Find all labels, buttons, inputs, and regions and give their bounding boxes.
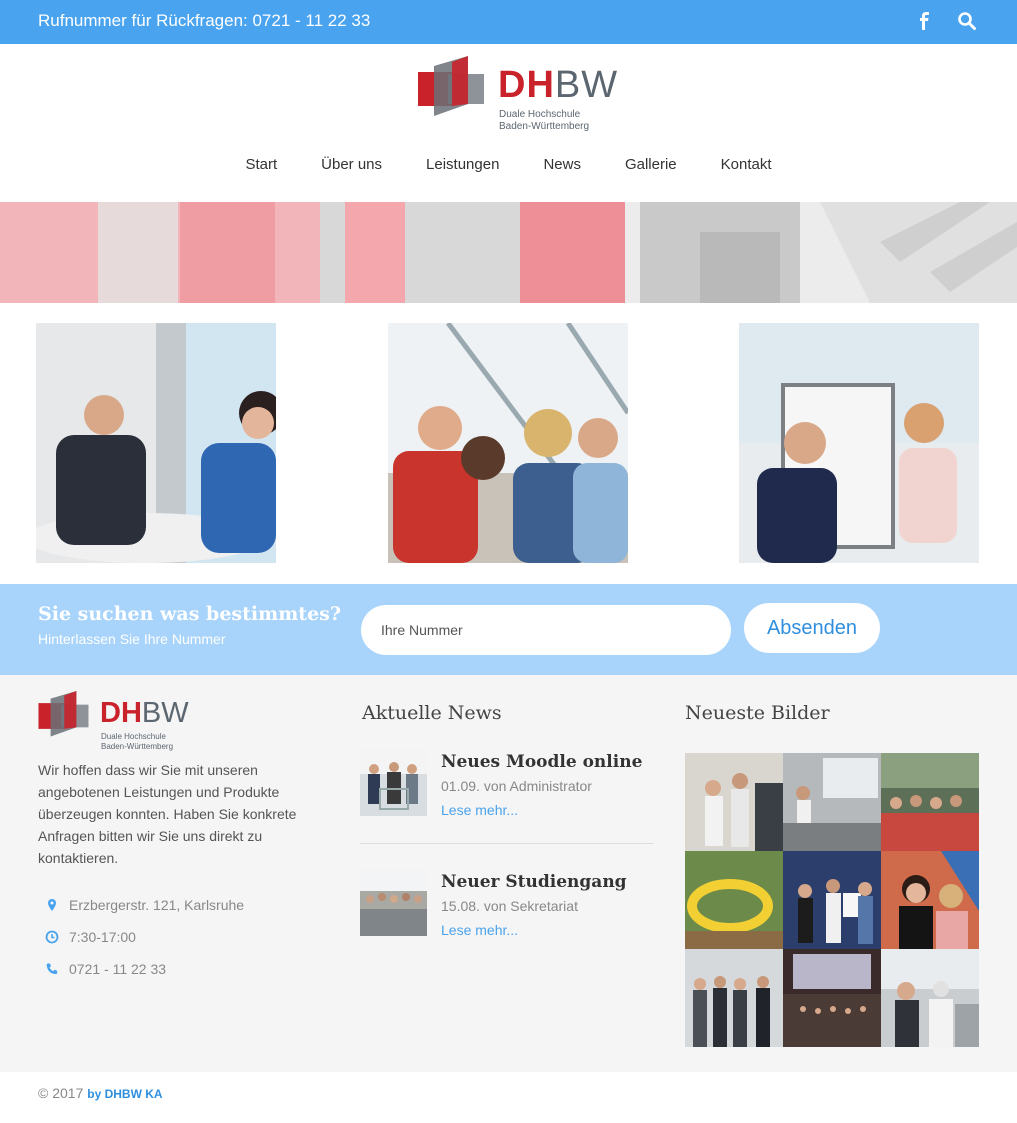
contact-hours: 7:30-17:00 [45, 929, 136, 945]
footer-logo-bw: BW [141, 697, 189, 729]
copyright-text: © 2017 [38, 1085, 84, 1101]
photo-students [388, 323, 628, 563]
nav-item-news[interactable]: News [543, 156, 581, 178]
phone-text: 0721 - 11 22 33 [69, 961, 167, 977]
hero-banner-image [0, 202, 1017, 303]
submit-button[interactable]: Absenden [744, 603, 880, 653]
footer-logo-wordmark: DHBW [100, 699, 189, 728]
news-meta: 01.09. von Administrator [441, 778, 592, 794]
search-icon[interactable] [957, 11, 977, 31]
main-nav: Start Über uns Leistungen News Gallerie … [0, 156, 1017, 178]
about-text: Wir hoffen dass wir Sie mit unseren ange… [38, 762, 297, 866]
footer-logo-subtitle-line2: Baden-Württemberg [101, 742, 174, 751]
nav-item-ueber-uns[interactable]: Über uns [321, 156, 382, 178]
facebook-icon[interactable] [915, 11, 935, 31]
nav-item-leistungen[interactable]: Leistungen [426, 156, 499, 178]
gallery-image[interactable] [685, 949, 783, 1047]
footer-logo[interactable]: DHBW Duale Hochschule Baden-Württemberg [38, 691, 208, 753]
hours-text: 7:30-17:00 [69, 929, 136, 945]
gallery-image[interactable] [783, 851, 881, 949]
nav-item-start[interactable]: Start [245, 156, 277, 178]
news-divider [360, 843, 654, 844]
news-item: Neuer Studiengang 15.08. von Sekretariat… [360, 869, 654, 939]
read-more-link[interactable]: Lese mehr... [441, 922, 518, 938]
hotline-text: Rufnummer für Rückfragen: 0721 - 11 22 3… [38, 11, 371, 30]
contact-address: Erzbergerstr. 121, Karlsruhe [45, 897, 244, 913]
phone-number-input[interactable] [361, 605, 731, 655]
news-meta: 15.08. von Sekretariat [441, 898, 578, 914]
top-bar-icons [915, 11, 977, 31]
nav-item-kontakt[interactable]: Kontakt [721, 156, 772, 178]
callback-band: Sie suchen was bestimmtes? Hinterlassen … [0, 584, 1017, 675]
gallery-image[interactable] [685, 851, 783, 949]
contact-phone: 0721 - 11 22 33 [45, 961, 166, 977]
map-marker-icon [45, 898, 59, 912]
logo-subtitle-line2: Baden-Württemberg [499, 121, 590, 132]
photo-presentation [739, 323, 979, 563]
logo-bw: BW [554, 64, 619, 106]
news-thumbnail[interactable] [360, 869, 427, 936]
gallery-image[interactable] [881, 949, 979, 1047]
logo-subtitle-line1: Duale Hochschule [499, 109, 581, 120]
footer-logo-subtitle: Duale Hochschule Baden-Württemberg [101, 732, 173, 752]
logo-dh: DH [498, 64, 555, 106]
footer-logo-dh: DH [100, 697, 142, 729]
footer-widgets: DHBW Duale Hochschule Baden-Württemberg … [0, 675, 1017, 1072]
top-bar: Rufnummer für Rückfragen: 0721 - 11 22 3… [0, 0, 1017, 44]
read-more-link[interactable]: Lese mehr... [441, 802, 518, 818]
photo-consultation [36, 323, 276, 563]
site-logo[interactable]: DHBW Duale Hochschule Baden-Württemberg [418, 56, 618, 136]
address-text: Erzbergerstr. 121, Karlsruhe [69, 897, 245, 913]
gallery-image[interactable] [783, 753, 881, 851]
callback-subtitle: Hinterlassen Sie Ihre Nummer [38, 631, 226, 647]
gallery-image[interactable] [881, 753, 979, 851]
gallery-image[interactable] [685, 753, 783, 851]
copyright: © 2017 by DHBW KA [38, 1085, 163, 1101]
gallery-widget-title: Neueste Bilder [685, 702, 830, 724]
gallery-image[interactable] [881, 851, 979, 949]
logo-wordmark: DHBW [498, 66, 618, 104]
callback-title: Sie suchen was bestimmtes? [38, 603, 341, 625]
phone-icon [45, 962, 59, 976]
footer-logo-subtitle-line1: Duale Hochschule [101, 732, 166, 741]
news-widget-title: Aktuelle News [362, 702, 502, 724]
logo-mark-icon [418, 56, 484, 116]
news-title[interactable]: Neuer Studiengang [441, 872, 627, 892]
news-title[interactable]: Neues Moodle online [441, 752, 642, 772]
gallery-image[interactable] [783, 949, 881, 1047]
clock-icon [45, 930, 59, 944]
logo-subtitle: Duale Hochschule Baden-Württemberg [499, 109, 589, 133]
footer-logo-mark-icon [38, 691, 89, 737]
news-thumbnail[interactable] [360, 749, 427, 816]
author-link[interactable]: by DHBW KA [87, 1087, 162, 1101]
gallery-grid [685, 753, 979, 1047]
news-item: Neues Moodle online 01.09. von Administr… [360, 749, 654, 819]
nav-item-gallerie[interactable]: Gallerie [625, 156, 677, 178]
